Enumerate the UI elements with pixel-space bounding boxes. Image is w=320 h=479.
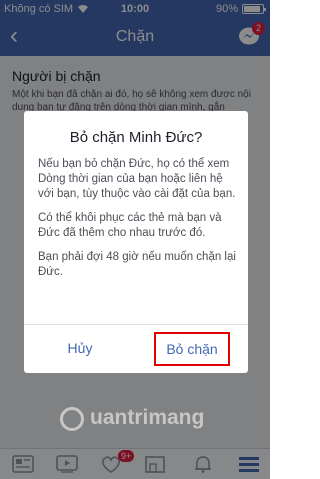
watermark-text: uantrimang <box>90 406 205 429</box>
dialog-paragraph: Có thể khôi phục các thẻ mà bạn và Đức đ… <box>38 212 222 239</box>
unblock-dialog: Bỏ chặn Minh Đức? Nếu bạn bỏ chặn Đức, h… <box>24 111 248 373</box>
unblock-button-label: Bỏ chặn <box>154 332 230 366</box>
dialog-paragraph: Bạn phải đợi 48 giờ nếu muốn chặn lại Đứ… <box>38 251 236 278</box>
watermark: uantrimang <box>60 405 260 435</box>
dialog-title: Bỏ chặn Minh Đức? <box>69 129 203 146</box>
unblock-button[interactable]: Bỏ chặn <box>136 324 248 373</box>
cancel-button[interactable]: Hủy <box>24 324 136 373</box>
lightbulb-icon <box>60 407 84 431</box>
dialog-paragraph: Nếu bạn bỏ chặn Đức, họ có thể xem Dòng … <box>38 158 236 200</box>
dialog-body: Nếu bạn bỏ chặn Đức, họ có thể xem Dòng … <box>38 157 238 289</box>
